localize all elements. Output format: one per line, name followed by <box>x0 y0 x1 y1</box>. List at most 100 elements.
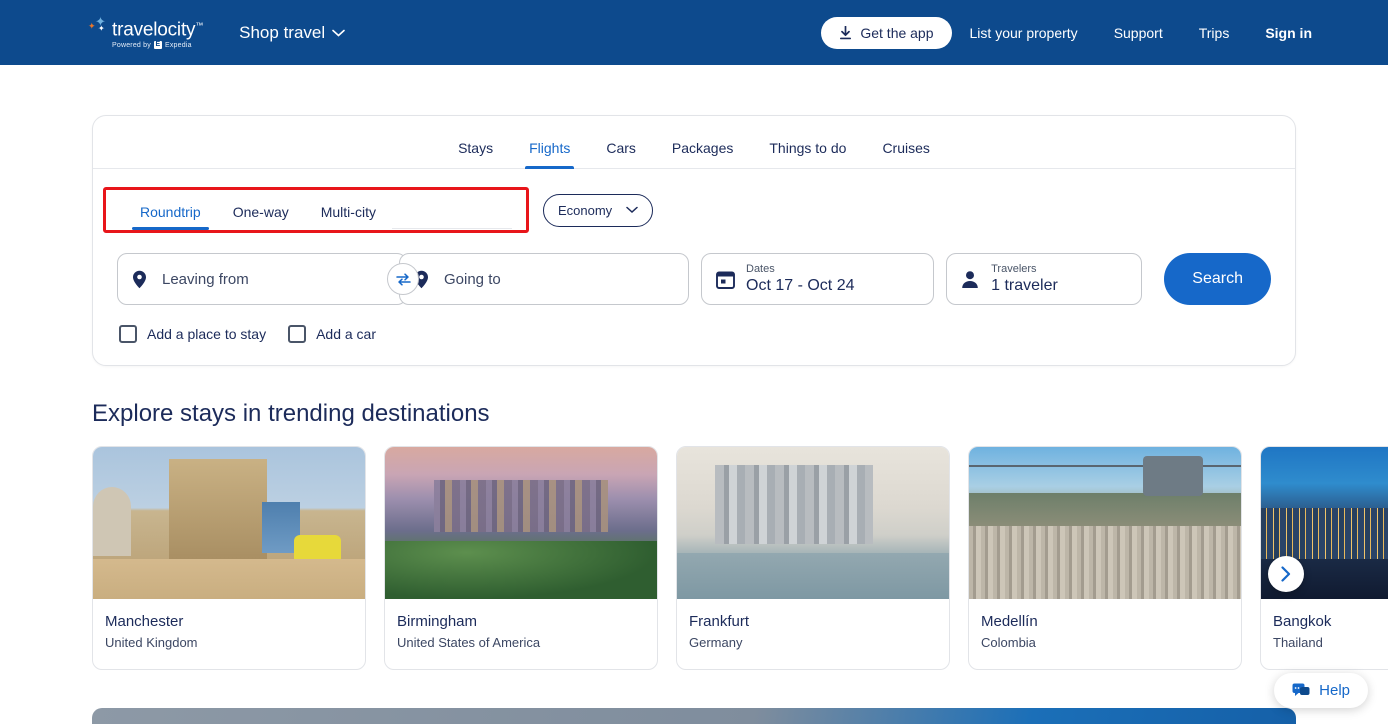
download-icon <box>840 25 852 39</box>
powered-by-label: Powered by <box>112 41 151 49</box>
tab-cruises[interactable]: Cruises <box>864 126 947 168</box>
destination-city: Frankfurt <box>689 613 750 630</box>
going-to-placeholder: Going to <box>444 270 501 288</box>
leaving-from-field[interactable]: Leaving from <box>117 253 407 305</box>
page-content: Stays Flights Cars Packages Things to do… <box>0 115 1388 670</box>
cabin-class-dropdown[interactable]: Economy <box>542 193 654 227</box>
location-pin-icon <box>132 270 156 289</box>
nav-link-support[interactable]: Support <box>1096 25 1181 41</box>
chevron-down-icon <box>626 206 638 214</box>
trip-type-one-way[interactable]: One-way <box>217 196 305 230</box>
add-a-car-checkbox[interactable]: Add a car <box>288 325 376 343</box>
trademark-symbol: ™ <box>195 20 204 30</box>
promo-banner-peek[interactable] <box>92 708 1296 724</box>
destination-card-frankfurt[interactable]: Frankfurt Germany <box>676 446 950 670</box>
destination-country: United States of America <box>397 635 541 650</box>
person-icon <box>961 270 985 289</box>
destination-city: Medellín <box>981 613 1038 630</box>
destination-country: United Kingdom <box>105 635 198 650</box>
travelers-label: Travelers <box>991 262 1037 275</box>
expedia-label: Expedia <box>164 41 192 49</box>
shop-travel-menu[interactable]: Shop travel <box>239 23 345 43</box>
trip-type-roundtrip[interactable]: Roundtrip <box>124 196 217 230</box>
destination-city: Manchester <box>105 613 184 630</box>
shop-travel-label: Shop travel <box>239 22 326 42</box>
destination-country: Germany <box>689 635 743 650</box>
chevron-down-icon <box>332 29 345 37</box>
chevron-right-icon <box>1281 566 1291 582</box>
nav-link-sign-in[interactable]: Sign in <box>1247 25 1312 41</box>
nav-link-trips[interactable]: Trips <box>1181 25 1248 41</box>
add-a-car-label: Add a car <box>316 326 377 342</box>
add-ons-row: Add a place to stay Add a car <box>117 325 1271 343</box>
checkbox-box-icon <box>119 325 137 343</box>
trip-type-row: Roundtrip One-way Multi-city Economy <box>103 187 1271 233</box>
dates-value: Oct 17 - Oct 24 <box>746 276 855 294</box>
destination-card-body: Medellín Colombia <box>969 599 1241 669</box>
help-button[interactable]: Help <box>1274 673 1368 708</box>
going-to-text: Going to <box>444 271 501 288</box>
tab-cars[interactable]: Cars <box>588 126 654 168</box>
destination-card-body: Birmingham United States of America <box>385 599 657 669</box>
dates-text: Dates Oct 17 - Oct 24 <box>746 263 854 296</box>
trip-type-underline <box>391 228 512 229</box>
chat-bubble-icon <box>1292 683 1310 696</box>
destination-photo <box>677 447 949 599</box>
add-place-to-stay-label: Add a place to stay <box>147 326 267 342</box>
checkbox-box-icon <box>288 325 307 343</box>
search-widget: Stays Flights Cars Packages Things to do… <box>92 115 1296 366</box>
add-place-to-stay-checkbox[interactable]: Add a place to stay <box>119 325 266 343</box>
calendar-icon <box>716 270 740 289</box>
trip-type-highlight-box: Roundtrip One-way Multi-city <box>103 187 529 233</box>
destination-card-body: Frankfurt Germany <box>677 599 949 669</box>
destination-photo <box>969 447 1241 599</box>
help-label: Help <box>1319 682 1350 699</box>
destination-card-body: Manchester United Kingdom <box>93 599 365 669</box>
destination-photo <box>385 447 657 599</box>
get-the-app-label: Get the app <box>860 24 934 41</box>
carousel-next-button[interactable] <box>1268 556 1304 592</box>
get-the-app-button[interactable]: Get the app <box>821 16 952 49</box>
nav-link-list-your-property[interactable]: List your property <box>952 25 1096 41</box>
destination-city: Bangkok <box>1273 613 1332 630</box>
travelocity-logo[interactable]: ✦ ✦ ✦ travelocity™ Powered by E Expedia <box>88 13 204 50</box>
destination-city: Birmingham <box>397 613 478 630</box>
leaving-from-placeholder: Leaving from <box>162 270 249 288</box>
tab-flights[interactable]: Flights <box>511 126 588 169</box>
tab-things-to-do[interactable]: Things to do <box>751 126 864 168</box>
tab-packages[interactable]: Packages <box>654 126 751 168</box>
destination-card-manchester[interactable]: Manchester United Kingdom <box>92 446 366 670</box>
destination-country: Colombia <box>981 635 1036 650</box>
destination-photo <box>93 447 365 599</box>
dates-field[interactable]: Dates Oct 17 - Oct 24 <box>701 253 935 305</box>
travelers-field[interactable]: Travelers 1 traveler <box>946 253 1143 305</box>
swap-arrows-icon <box>395 272 411 286</box>
swap-locations-button[interactable] <box>387 263 419 295</box>
expedia-logo-icon: E <box>153 41 162 50</box>
brand-name: travelocity™ <box>112 19 204 41</box>
destination-cards-row: Manchester United Kingdom Birmingham Uni… <box>92 446 1388 670</box>
leaving-from-text: Leaving from <box>162 271 249 288</box>
cabin-class-value: Economy <box>557 202 613 218</box>
trip-type-multi-city[interactable]: Multi-city <box>305 196 392 230</box>
tab-stays[interactable]: Stays <box>440 126 511 168</box>
going-to-field[interactable]: Going to <box>399 253 689 305</box>
product-tabs: Stays Flights Cars Packages Things to do… <box>93 116 1295 169</box>
dates-label: Dates <box>746 262 775 275</box>
travelers-text: Travelers 1 traveler <box>991 263 1058 296</box>
destination-card-birmingham[interactable]: Birmingham United States of America <box>384 446 658 670</box>
site-header: ✦ ✦ ✦ travelocity™ Powered by E Expedia … <box>0 0 1388 65</box>
search-button[interactable]: Search <box>1164 253 1271 305</box>
destinations-carousel: Manchester United Kingdom Birmingham Uni… <box>92 446 1388 670</box>
logo-wordmark-row: ✦ ✦ ✦ travelocity™ <box>88 13 204 41</box>
destination-country: Thailand <box>1273 635 1323 650</box>
powered-by-expedia: Powered by E Expedia <box>112 41 203 50</box>
destination-card-medellin[interactable]: Medellín Colombia <box>968 446 1242 670</box>
header-nav: Get the app List your property Support T… <box>821 16 1312 49</box>
origin-destination-pair: Leaving from Going to <box>117 253 689 305</box>
stars-icon: ✦ ✦ ✦ <box>88 13 106 33</box>
travelers-value: 1 traveler <box>991 276 1058 294</box>
destination-card-body: Bangkok Thailand <box>1261 599 1388 669</box>
search-panel-body: Roundtrip One-way Multi-city Economy Lea… <box>93 169 1295 365</box>
search-fields-row: Leaving from Going to Dates Oct 17 - Oct… <box>117 253 1271 305</box>
